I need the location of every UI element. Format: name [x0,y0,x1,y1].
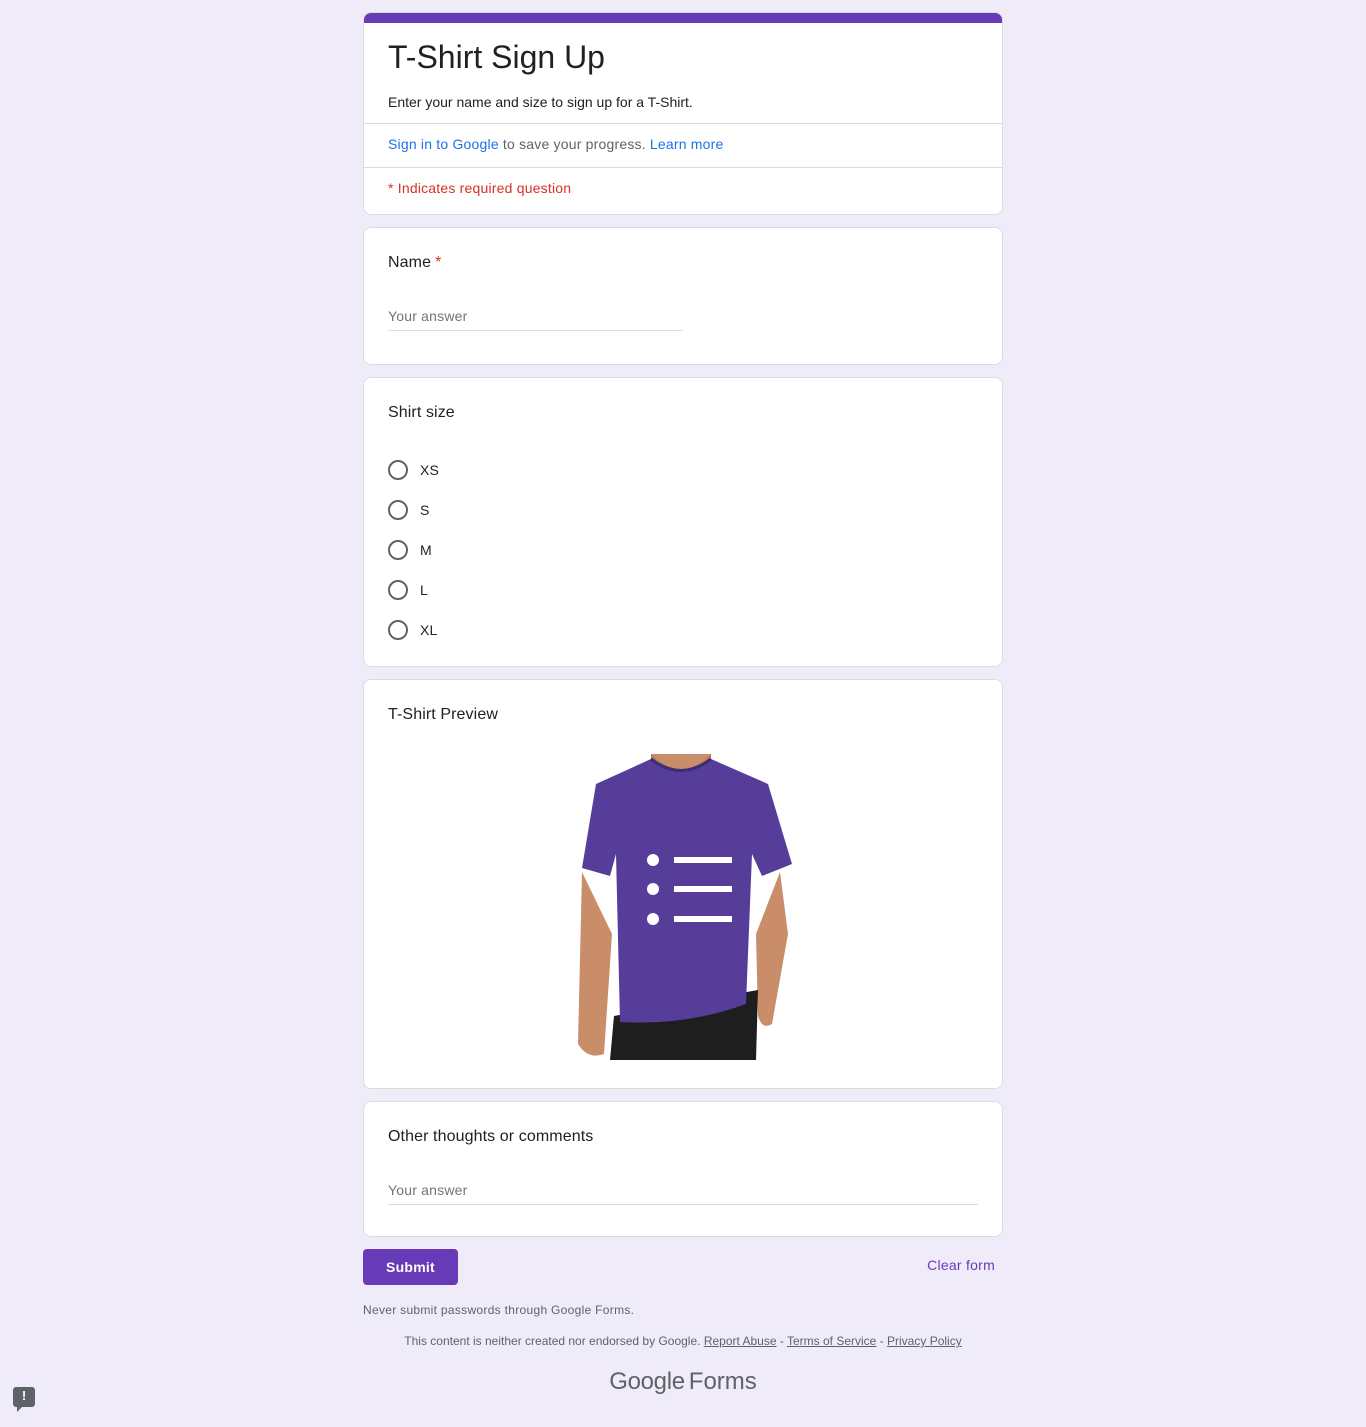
radio-button[interactable] [388,460,408,480]
size-option-s[interactable]: S [388,490,439,530]
google-forms-logo[interactable]: Google Forms [0,1368,1366,1396]
password-warning: Never submit passwords through Google Fo… [363,1303,635,1317]
comments-question-card: Other thoughts or comments [363,1101,1003,1237]
option-label: XL [420,622,438,638]
comments-input[interactable] [388,1182,978,1205]
size-option-xs[interactable]: XS [388,450,439,490]
question-title: Other thoughts or comments [388,1128,594,1145]
required-note: * Indicates required question [388,180,572,196]
option-label: S [420,502,430,518]
signin-row: Sign in to Google to save your progress.… [388,134,724,154]
name-question-card: Name * [363,227,1003,365]
required-star: * [435,254,442,271]
size-option-xl[interactable]: XL [388,610,439,650]
brand-google: Google [609,1368,685,1395]
footer-separator: - [876,1334,888,1348]
form-actions: Submit Clear form [363,1249,1003,1285]
learn-more-link[interactable]: Learn more [650,136,724,152]
header-accent-bar [364,13,1002,23]
header-divider [364,167,1002,168]
option-label: L [420,582,428,598]
size-radio-group: XS S M L XL [388,450,439,650]
question-title: T-Shirt Preview [388,706,498,723]
brand-forms: Forms [688,1368,757,1395]
terms-link[interactable]: Terms of Service [787,1334,876,1348]
privacy-link[interactable]: Privacy Policy [887,1334,962,1348]
option-label: M [420,542,432,558]
option-label: XS [420,462,440,478]
tshirt-preview-image [578,754,792,1060]
footer-disclaimer: This content is neither created nor endo… [0,1334,1366,1348]
name-input[interactable] [388,308,683,331]
report-abuse-link[interactable]: Report Abuse [704,1334,777,1348]
clear-form-button[interactable]: Clear form [927,1257,995,1273]
question-title: Name * [388,251,441,275]
question-title: Shirt size [388,404,455,421]
signin-text: to save your progress. [498,136,650,152]
radio-button[interactable] [388,580,408,600]
radio-button[interactable] [388,620,408,640]
disclaimer-text: This content is neither created nor endo… [404,1334,704,1348]
form-container: T-Shirt Sign Up Enter your name and size… [363,12,1003,1285]
signin-link[interactable]: Sign in to Google [388,136,499,152]
form-header-card: T-Shirt Sign Up Enter your name and size… [363,12,1003,215]
shirt-size-question-card: Shirt size XS S M L XL [363,377,1003,667]
tshirt-preview-card: T-Shirt Preview [363,679,1003,1089]
form-title: T-Shirt Sign Up [388,39,605,75]
header-divider [364,123,1002,124]
report-problem-icon[interactable]: ! [13,1387,35,1412]
size-option-m[interactable]: M [388,530,439,570]
radio-button[interactable] [388,500,408,520]
footer-separator: - [776,1334,787,1348]
radio-button[interactable] [388,540,408,560]
question-title-text: Name [388,254,432,271]
form-description: Enter your name and size to sign up for … [388,94,693,110]
submit-button[interactable]: Submit [363,1249,458,1285]
size-option-l[interactable]: L [388,570,439,610]
